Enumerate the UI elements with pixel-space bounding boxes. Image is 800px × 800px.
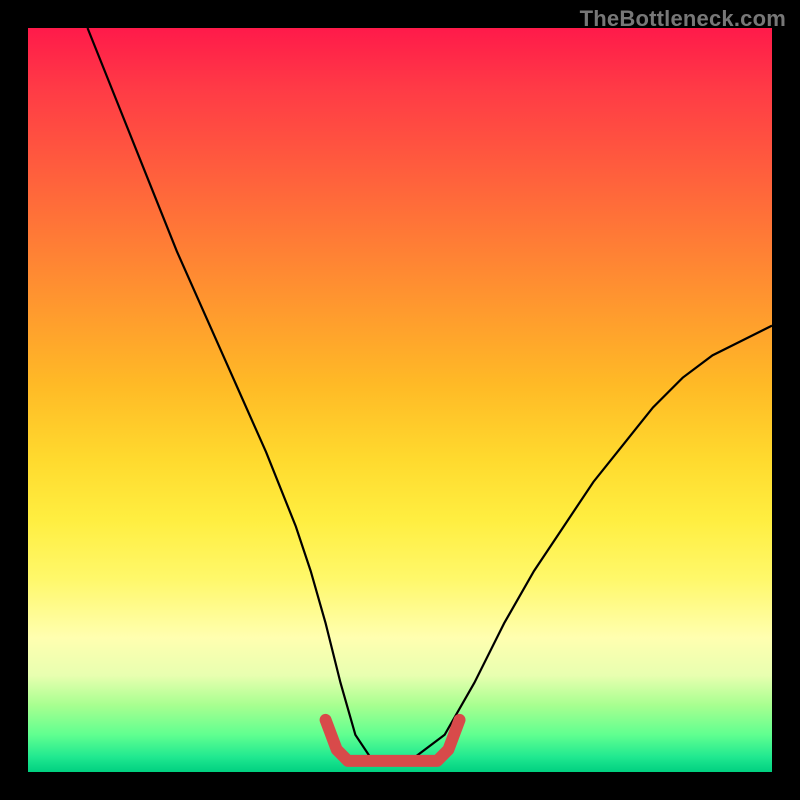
curve-svg [28, 28, 772, 772]
watermark-text: TheBottleneck.com [580, 6, 786, 32]
chart-frame: TheBottleneck.com [0, 0, 800, 800]
black-curve [88, 28, 772, 757]
plot-area [28, 28, 772, 772]
highlight-bracket [326, 720, 460, 761]
